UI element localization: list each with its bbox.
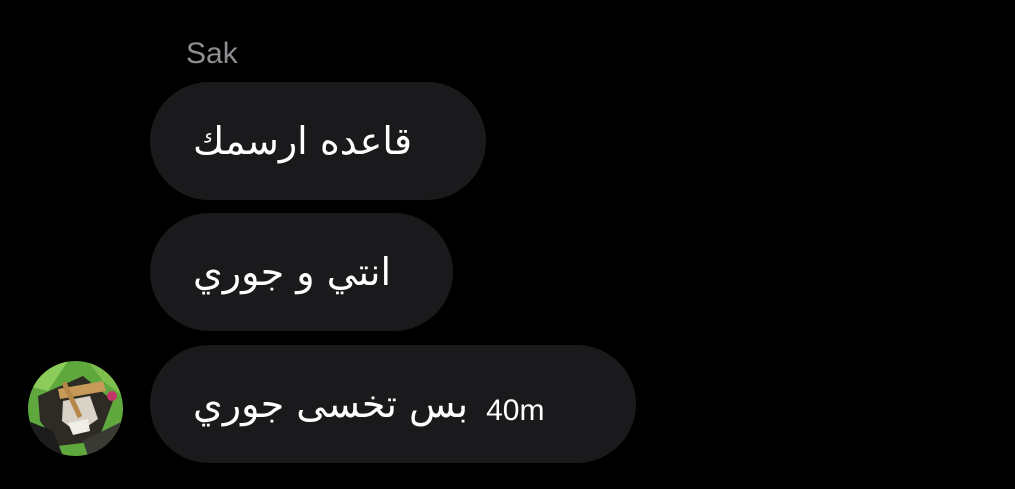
message-bubble[interactable]: قاعده ارسمك: [150, 82, 486, 200]
message-text: قاعده ارسمك: [193, 119, 413, 163]
sender-name: Sak: [186, 37, 238, 70]
message-bubble[interactable]: انتي و جوري: [150, 213, 453, 331]
avatar[interactable]: [28, 361, 123, 456]
message-text: بس تخسى جوري: [193, 382, 469, 426]
message-bubble[interactable]: بس تخسى جوري 40m: [150, 345, 636, 463]
message-timestamp: 40m: [486, 394, 545, 427]
message-text: انتي و جوري: [193, 250, 391, 294]
profile-picture-icon: [28, 361, 123, 456]
